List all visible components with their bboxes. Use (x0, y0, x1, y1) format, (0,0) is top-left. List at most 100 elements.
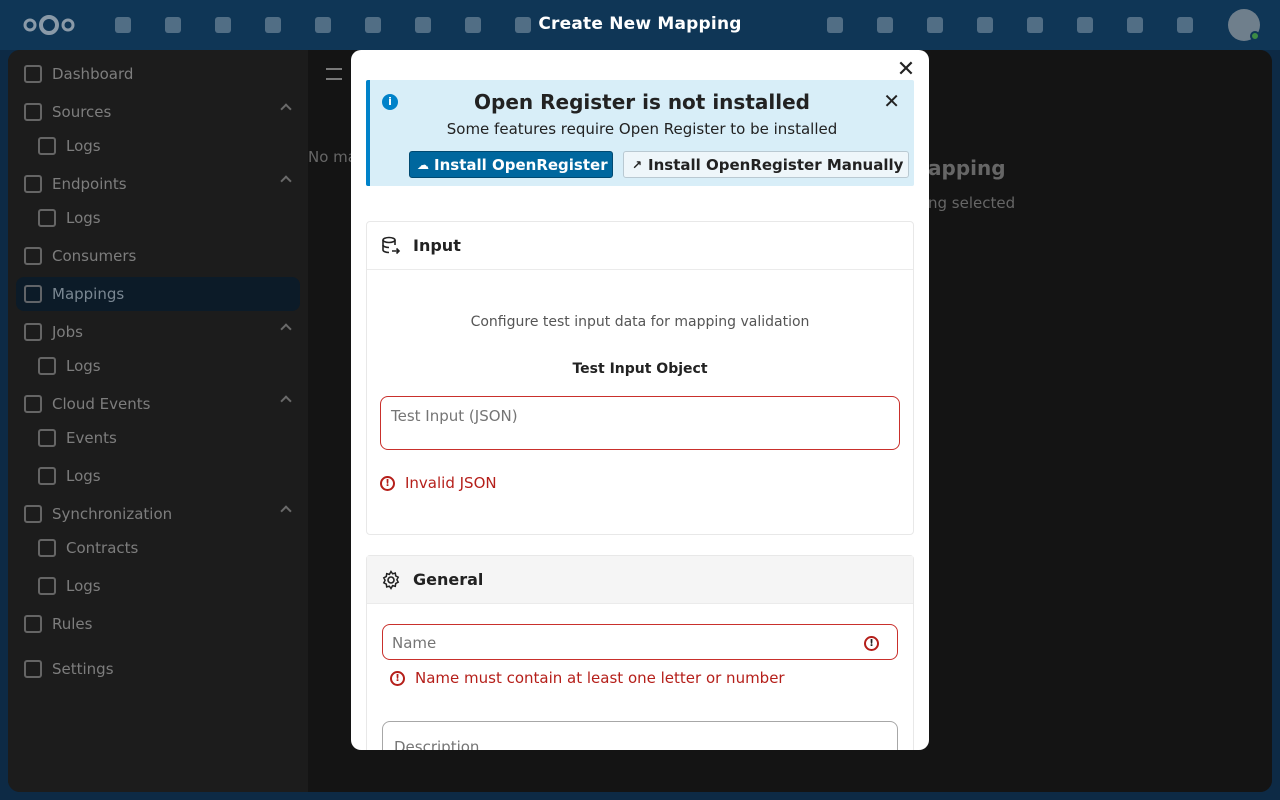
create-mapping-dialog: ✕ i Open Register is not installed Some … (351, 50, 929, 750)
sidebar-item-mappings[interactable]: Mappings (16, 277, 300, 311)
invalid-json-error: ! Invalid JSON (380, 474, 497, 492)
app-icon-12[interactable] (920, 10, 950, 40)
sidebar-item-logs[interactable]: Logs (30, 129, 300, 163)
app-icon-14[interactable] (1020, 10, 1050, 40)
general-card-header[interactable]: General (367, 556, 913, 604)
sidebar-item-label: Logs (66, 137, 101, 155)
sidebar-item-logs[interactable]: Logs (30, 459, 300, 493)
sidebar: Dashboard Sources Logs Endpoints Logs Consume… (8, 50, 308, 792)
sidebar-item-sources[interactable]: Sources (16, 95, 300, 129)
chevron-up-icon[interactable] (280, 323, 292, 335)
error-icon: ! (380, 475, 395, 491)
sidebar-item-label: Dashboard (52, 65, 134, 83)
app-icon-13[interactable] (970, 10, 1000, 40)
file-icon (38, 357, 56, 375)
sidebar-item-endpoints[interactable]: Endpoints (16, 167, 300, 201)
sidebar-item-events[interactable]: Events (30, 421, 300, 455)
gear-icon (24, 660, 42, 678)
sidebar-item-label: Logs (66, 577, 101, 595)
input-card-header[interactable]: Input (367, 222, 913, 270)
file-icon (38, 209, 56, 227)
test-input-field[interactable] (380, 396, 900, 450)
sidebar-item-label: Events (66, 429, 117, 447)
sidebar-item-contracts[interactable]: Contracts (30, 531, 300, 565)
install-manually-label: Install OpenRegister Manually (648, 155, 904, 174)
close-icon[interactable]: ✕ (895, 59, 917, 82)
empty-state-text: ng selected (928, 194, 1016, 212)
general-card: General ! ! Name must contain at least o… (366, 555, 914, 750)
sidebar-item-rules[interactable]: Rules (16, 607, 300, 641)
install-openregister-button[interactable]: ☁ Install OpenRegister (409, 151, 613, 178)
menu-toggle-icon[interactable] (326, 68, 342, 80)
error-icon: ! (390, 670, 405, 686)
name-error: ! Name must contain at least one letter … (390, 669, 785, 687)
app-icon-10[interactable] (820, 10, 850, 40)
sidebar-item-logs[interactable]: Logs (30, 201, 300, 235)
sidebar-item-cloud-events[interactable]: Cloud Events (16, 387, 300, 421)
sync-icon (24, 505, 42, 523)
sidebar-item-label: Endpoints (52, 175, 127, 193)
chevron-up-icon[interactable] (280, 505, 292, 517)
consumers-icon (24, 247, 42, 265)
empty-list-text: No ma (308, 148, 357, 166)
notice-subtitle: Some features require Open Register to b… (446, 120, 838, 138)
sidebar-item-label: Cloud Events (52, 395, 151, 413)
sidebar-item-consumers[interactable]: Consumers (16, 239, 300, 273)
description-input[interactable] (382, 721, 898, 750)
notifications-icon[interactable] (1120, 10, 1150, 40)
sidebar-item-label: Logs (66, 467, 101, 485)
sidebar-item-label: Mappings (52, 285, 125, 303)
test-input-label: Test Input Object (572, 361, 708, 377)
list-icon (38, 429, 56, 447)
sidebar-item-label: Settings (52, 660, 114, 678)
file-icon (38, 577, 56, 595)
sidebar-item-label: Logs (66, 209, 101, 227)
sidebar-item-settings[interactable]: Settings (16, 652, 300, 686)
external-link-icon: ↗ (631, 157, 643, 172)
sidebar-item-jobs[interactable]: Jobs (16, 315, 300, 349)
avatar[interactable] (1228, 9, 1260, 41)
cloud-download-icon: ☁ (417, 157, 429, 172)
sidebar-item-dashboard[interactable]: Dashboard (16, 57, 300, 91)
sidebar-item-logs[interactable]: Logs (30, 569, 300, 603)
gear-icon (382, 569, 400, 590)
notice-close-icon[interactable]: ✕ (883, 90, 900, 112)
sidebar-item-logs[interactable]: Logs (30, 349, 300, 383)
name-input[interactable] (382, 624, 898, 660)
file-icon (38, 539, 56, 557)
sidebar-item-label: Contracts (66, 539, 139, 557)
file-icon (38, 137, 56, 155)
invalid-json-text: Invalid JSON (405, 474, 497, 492)
top-bar: Create New Mapping (0, 0, 1280, 50)
sidebar-item-label: Logs (66, 357, 101, 375)
input-card: Input Configure test input data for mapp… (366, 221, 914, 535)
name-error-icon: ! (864, 636, 879, 651)
chevron-up-icon[interactable] (280, 395, 292, 407)
sidebar-item-label: Rules (52, 615, 93, 633)
sidebar-item-label: Consumers (52, 247, 137, 265)
clock-icon (24, 323, 42, 341)
app-icon-11[interactable] (870, 10, 900, 40)
dashboard-icon (24, 65, 42, 83)
cloud-icon (24, 395, 42, 413)
general-card-title: General (413, 570, 484, 589)
install-notice: i Open Register is not installed Some fe… (366, 80, 914, 186)
input-description: Configure test input data for mapping va… (470, 314, 810, 330)
install-manually-button[interactable]: ↗ Install OpenRegister Manually (623, 151, 909, 178)
empty-state-heading: apping (928, 156, 1006, 180)
sidebar-item-label: Sources (52, 103, 112, 121)
search-icon[interactable] (1070, 10, 1100, 40)
sitemap-icon (24, 615, 42, 633)
api-icon (24, 175, 42, 193)
database-arrow-icon (382, 236, 401, 254)
sidebar-item-label: Jobs (52, 323, 83, 341)
chevron-up-icon[interactable] (280, 175, 292, 187)
contacts-icon[interactable] (1170, 10, 1200, 40)
install-openregister-label: Install OpenRegister (434, 155, 608, 174)
notice-title: Open Register is not installed (474, 90, 810, 114)
sidebar-item-label: Synchronization (52, 505, 173, 523)
sidebar-item-synchronization[interactable]: Synchronization (16, 497, 300, 531)
chevron-up-icon[interactable] (280, 103, 292, 115)
input-card-title: Input (413, 236, 461, 255)
database-icon (24, 103, 42, 121)
